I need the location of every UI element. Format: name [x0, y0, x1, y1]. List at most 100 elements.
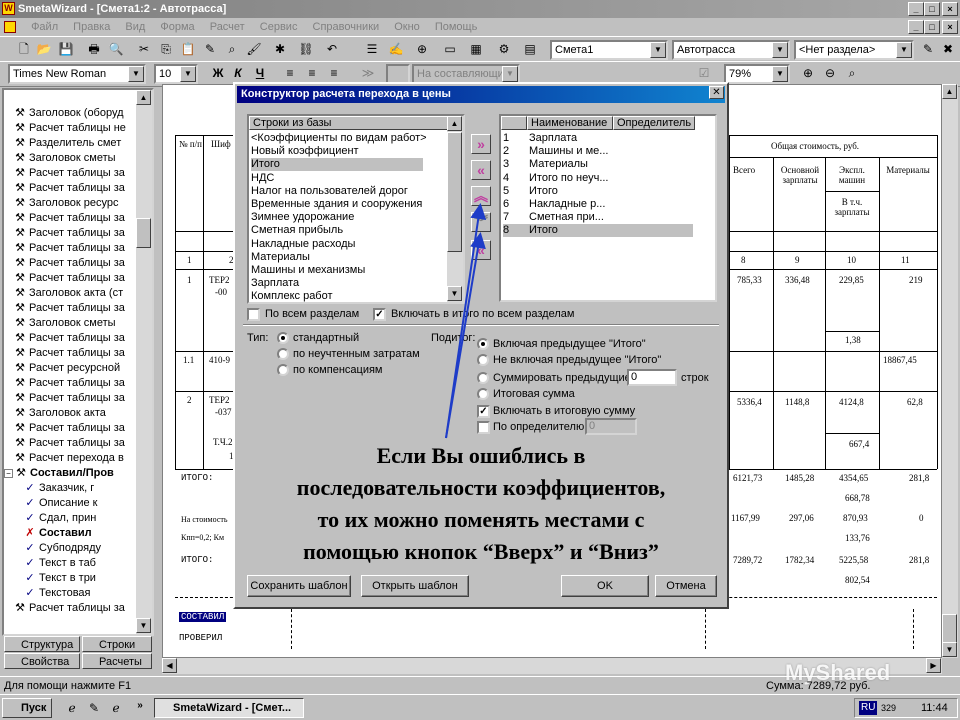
tree-item[interactable]: ⚒ Расчет таблицы за	[14, 601, 125, 616]
tree-item[interactable]: ✗ Составил	[24, 526, 91, 541]
scroll-down-icon[interactable]: ▼	[447, 286, 462, 301]
grid-icon[interactable]: ▤	[520, 39, 540, 59]
wizard-icon[interactable]: ✱	[270, 39, 290, 59]
zoom-fit-icon[interactable]: ⌕	[842, 63, 862, 83]
chevron-down-icon[interactable]: ▼	[128, 66, 144, 82]
doc-minimize-button[interactable]: _	[908, 20, 924, 34]
tree-item[interactable]: ⚒ Заголовок сметы	[14, 316, 115, 331]
menu-window[interactable]: Окно	[394, 21, 420, 33]
tree-item[interactable]: ⚒ Расчет таблицы за	[14, 301, 125, 316]
components-combo[interactable]: На составляющие ▼	[412, 64, 520, 84]
level-combo[interactable]	[386, 64, 410, 84]
scroll-left-icon[interactable]: ◀	[162, 658, 177, 673]
tree-item[interactable]: ⚒ Заголовок акта (ст	[14, 286, 123, 301]
all-sections-checkbox[interactable]	[247, 308, 260, 321]
determinant-input[interactable]: 0	[585, 418, 637, 435]
maximize-button[interactable]: □	[924, 2, 940, 16]
chevron-down-icon[interactable]: ▼	[772, 42, 788, 58]
menu-form[interactable]: Форма	[160, 21, 194, 33]
base-list-item[interactable]: Накладные расходы	[251, 238, 423, 251]
object-combo[interactable]: Автотрасса ▼	[672, 40, 790, 60]
incl-prev-radio[interactable]	[477, 338, 489, 350]
tree-item[interactable]: ⚒ Расчет таблицы за	[14, 331, 125, 346]
table-icon[interactable]: ▦	[466, 39, 486, 59]
base-list-item[interactable]: Временные здания и сооружения	[251, 198, 423, 211]
more-chevron-icon[interactable]: »	[130, 696, 150, 716]
tree-item[interactable]: ⚒ Расчет таблицы за	[14, 226, 125, 241]
cancel-button[interactable]: Отмена	[655, 575, 717, 597]
tree-item[interactable]: ✓ Субподряду	[24, 541, 101, 556]
base-list-item[interactable]: Материалы	[251, 251, 423, 264]
tree-item[interactable]: ⚒ Заголовок сметы	[14, 151, 115, 166]
tab-structure[interactable]: Структура	[4, 636, 80, 652]
type-compensation-radio[interactable]	[277, 364, 289, 376]
chevron-down-icon[interactable]: ▼	[896, 42, 912, 58]
font-size-combo[interactable]: 10 ▼	[154, 64, 198, 84]
menu-help[interactable]: Помощь	[435, 21, 478, 33]
collapse-icon[interactable]: ≫	[358, 63, 378, 83]
tree-item[interactable]: ⚒ Расчет таблицы за	[14, 376, 125, 391]
minimize-button[interactable]: _	[908, 2, 924, 16]
paste-icon[interactable]: 📋	[178, 39, 198, 59]
tree-item[interactable]: ✓ Текст в три	[24, 571, 96, 586]
link-icon[interactable]: ⛓	[296, 39, 316, 59]
doc-close-button[interactable]: ×	[942, 20, 958, 34]
by-determinant-checkbox[interactable]	[477, 421, 490, 434]
base-list-item[interactable]: <Коэффициенты по видам работ>	[251, 132, 427, 145]
section-delete-icon[interactable]: ✖	[938, 39, 958, 59]
result-list-item[interactable]: 7 Сметная при...	[503, 211, 693, 224]
tree-item[interactable]: ⚒ Разделитель смет	[14, 136, 121, 151]
include-in-total-checkbox[interactable]: ✓	[477, 405, 490, 418]
scroll-down-icon[interactable]: ▼	[942, 642, 957, 657]
tree-item[interactable]: ⚒ Расчет таблицы за	[14, 166, 125, 181]
tree-item[interactable]: ⚒ Расчет таблицы за	[14, 421, 125, 436]
scroll-right-icon[interactable]: ▶	[926, 658, 941, 673]
tree-item[interactable]: ✓ Текстовая	[24, 586, 90, 601]
menu-edit[interactable]: Правка	[73, 21, 110, 33]
result-list-item[interactable]: 4 Итого по неуч...	[503, 172, 693, 185]
result-list-item[interactable]: 6 Накладные р...	[503, 198, 693, 211]
tab-calculations[interactable]: Расчеты	[82, 653, 152, 669]
save-icon[interactable]: 💾	[56, 39, 76, 59]
cut-icon[interactable]: ✂	[134, 39, 154, 59]
ok-button[interactable]: OK	[561, 575, 649, 597]
tree-item[interactable]: ⚒ Заголовок ресурс	[14, 196, 118, 211]
base-rows-list[interactable]: Строки из базы <Коэффициенты по видам ра…	[247, 114, 465, 304]
move-up-button[interactable]: ︽	[471, 186, 491, 206]
format-icon[interactable]: 🖌	[244, 39, 264, 59]
menu-view[interactable]: Вид	[125, 21, 145, 33]
composed-label[interactable]: СОСТАВИЛ	[179, 612, 227, 622]
undo-icon[interactable]: ↶	[322, 39, 342, 59]
print-icon[interactable]: 🖶	[84, 39, 104, 59]
taskbar-smetawizard[interactable]: SmetaWizard - [Смет...	[154, 698, 304, 718]
base-list-item[interactable]: Новый коэффициент	[251, 145, 423, 158]
tree-item[interactable]: ⚒ Расчет ресурсной	[14, 361, 120, 376]
chevron-down-icon[interactable]: ▼	[772, 66, 788, 82]
scroll-thumb[interactable]	[942, 614, 957, 644]
menu-service[interactable]: Сервис	[260, 21, 298, 33]
tree-item[interactable]: ✓ Текст в таб	[24, 556, 96, 571]
tree-item[interactable]: ⚒ Расчет таблицы за	[14, 256, 125, 271]
start-button[interactable]: Пуск	[2, 698, 52, 718]
close-button[interactable]: ×	[942, 2, 958, 16]
base-list-item[interactable]: Зарплата	[251, 277, 423, 290]
tree-item[interactable]: ⚒ Расчет таблицы не	[14, 121, 126, 136]
open-template-button[interactable]: Открыть шаблон	[361, 575, 469, 597]
not-incl-prev-radio[interactable]	[477, 354, 489, 366]
tree-item[interactable]: ⚒ Расчет таблицы за	[14, 181, 125, 196]
doc-vscrollbar[interactable]: ▲ ▼	[942, 84, 958, 658]
zoom-out-icon[interactable]: ⊖	[820, 63, 840, 83]
sum-prev-radio[interactable]	[477, 372, 489, 384]
chevron-down-icon[interactable]: ▼	[650, 42, 666, 58]
list-icon[interactable]: ☰	[362, 39, 382, 59]
tab-lines[interactable]: Строки	[82, 636, 152, 652]
remove-row-button[interactable]: «	[471, 160, 491, 180]
result-list-item[interactable]: 8 Итого	[503, 224, 693, 238]
preview-icon[interactable]: 🔍	[106, 39, 126, 59]
scroll-down-icon[interactable]: ▼	[136, 618, 151, 633]
scroll-up-icon[interactable]: ▲	[942, 84, 957, 99]
result-rows-list[interactable]: Наименование Определитель 1 Зарплата 2 Маши…	[499, 114, 717, 302]
estimate-combo[interactable]: Смета1 ▼	[550, 40, 668, 60]
section-edit-icon[interactable]: ✎	[918, 39, 938, 59]
align-right-icon[interactable]: ≡	[324, 63, 344, 83]
